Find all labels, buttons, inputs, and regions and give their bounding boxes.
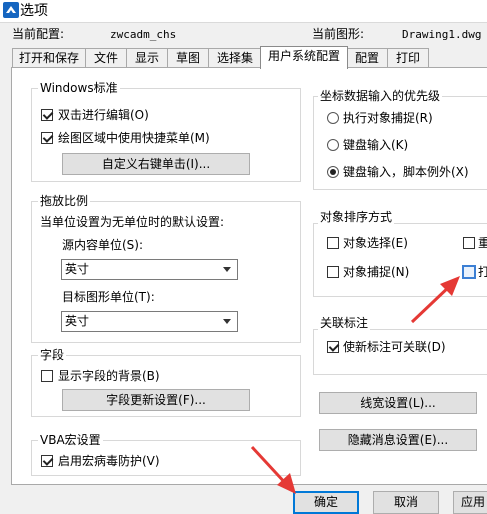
arrow-to-plot-checkbox xyxy=(410,276,460,324)
annotation-arrows xyxy=(250,276,460,494)
tab-user-preferences[interactable]: 用户系统配置 xyxy=(260,46,348,69)
arrow-to-ok-button xyxy=(250,445,296,494)
